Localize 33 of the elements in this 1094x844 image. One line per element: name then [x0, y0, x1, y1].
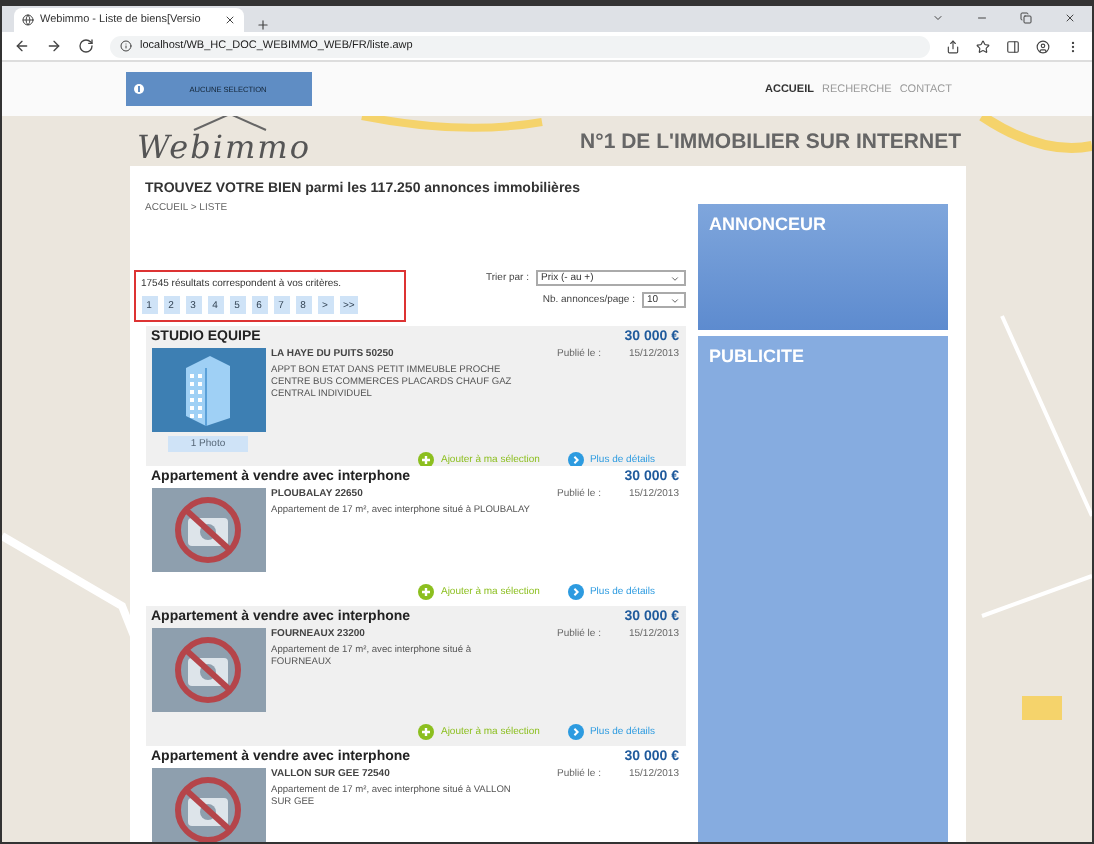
back-icon[interactable]: [14, 38, 30, 54]
chevron-down-icon: [669, 273, 679, 283]
info-icon: [134, 84, 144, 94]
more-icon[interactable]: [1066, 39, 1080, 53]
globe-icon: [22, 14, 34, 26]
no-photo-placeholder[interactable]: [151, 628, 265, 712]
no-photo-placeholder[interactable]: [151, 488, 265, 572]
restore-icon[interactable]: [1020, 11, 1032, 23]
reload-icon[interactable]: [78, 38, 94, 54]
info-icon: [120, 40, 132, 52]
close-icon[interactable]: [1064, 11, 1076, 23]
profile-icon[interactable]: [1036, 39, 1050, 53]
chevron-right-icon: [567, 584, 584, 600]
star-icon[interactable]: [976, 39, 990, 53]
sidebar-icon[interactable]: [1006, 39, 1020, 53]
plus-icon: [418, 584, 435, 600]
close-icon[interactable]: [224, 14, 236, 26]
no-photo-icon: [172, 494, 244, 566]
ad-panel: PUBLICITE: [697, 336, 947, 842]
new-tab-icon[interactable]: [256, 18, 270, 32]
listing-photo[interactable]: [151, 348, 265, 432]
share-icon[interactable]: [946, 39, 960, 53]
no-photo-icon: [172, 774, 244, 842]
advertiser-panel: ANNONCEUR: [697, 204, 947, 330]
no-photo-icon: [172, 634, 244, 706]
site-logo[interactable]: Webimmo: [129, 116, 319, 166]
tagline: N°1 DE L'IMMOBILIER SUR INTERNET: [580, 129, 963, 153]
plus-icon: [418, 724, 435, 740]
chevron-down-icon: [669, 295, 679, 305]
forward-icon[interactable]: [46, 38, 62, 54]
house-outline-icon: [189, 116, 269, 132]
chevron-right-icon: [567, 724, 584, 740]
no-photo-placeholder[interactable]: [151, 768, 265, 842]
